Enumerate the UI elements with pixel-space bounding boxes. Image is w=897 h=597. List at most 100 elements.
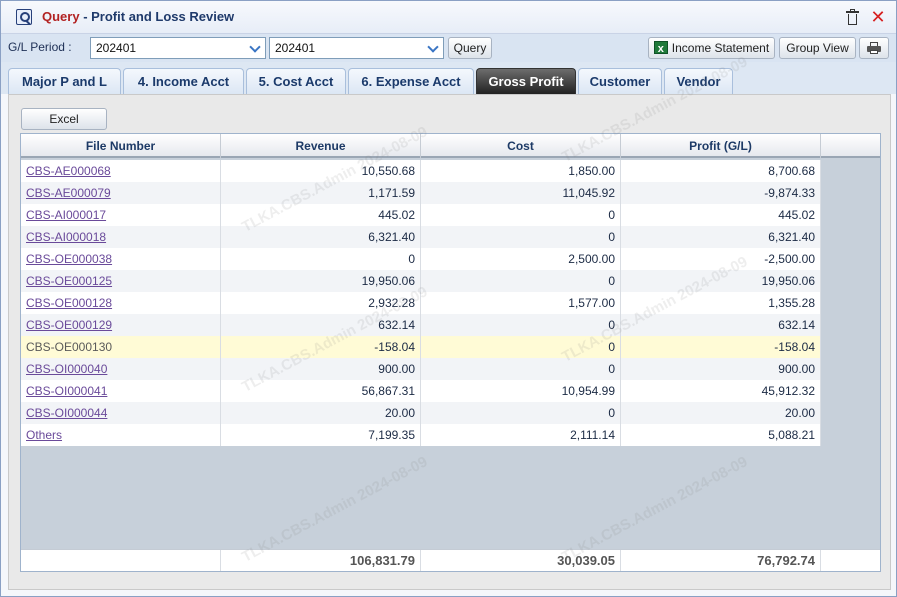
col-revenue[interactable]: Revenue [221, 134, 421, 158]
revenue-cell: 6,321.40 [221, 226, 421, 248]
table-row[interactable]: CBS-AI000017 445.02 0 445.02 [21, 204, 821, 226]
file-number-link[interactable]: CBS-AI000017 [26, 208, 106, 222]
file-number-link[interactable]: CBS-OE000129 [26, 318, 112, 332]
window-title: Query - Profit and Loss Review [42, 9, 234, 24]
chevron-down-icon[interactable] [426, 41, 440, 55]
tab-bar: Major P and L 4. Income Acct 5. Cost Acc… [1, 62, 896, 95]
file-number-cell: CBS-OI000041 [21, 380, 221, 402]
file-number-cell: CBS-AE000068 [21, 160, 221, 182]
title-bar: Query - Profit and Loss Review ✕ [1, 1, 896, 34]
col-profit[interactable]: Profit (G/L) [621, 134, 821, 158]
cost-cell: 2,111.14 [421, 424, 621, 446]
trash-icon[interactable] [846, 9, 859, 25]
revenue-cell: 632.14 [221, 314, 421, 336]
file-number-link[interactable]: CBS-OE000128 [26, 296, 112, 310]
revenue-cell: 900.00 [221, 358, 421, 380]
file-number-cell: CBS-OI000040 [21, 358, 221, 380]
query-window: Query - Profit and Loss Review ✕ G/L Per… [0, 0, 897, 597]
file-number-link[interactable]: CBS-AE000079 [26, 186, 111, 200]
cost-cell: 0 [421, 314, 621, 336]
tab-gross-profit[interactable]: Gross Profit [476, 68, 576, 95]
tab-cost-acct[interactable]: 5. Cost Acct [246, 68, 346, 95]
cost-cell: 10,954.99 [421, 380, 621, 402]
cost-cell: 2,500.00 [421, 248, 621, 270]
profit-cell: -9,874.33 [621, 182, 821, 204]
cost-cell: 0 [421, 402, 621, 424]
file-number-cell: CBS-AI000018 [21, 226, 221, 248]
group-view-button[interactable]: Group View [779, 37, 856, 59]
profit-cell: 45,912.32 [621, 380, 821, 402]
period-to-value: 202401 [275, 41, 316, 55]
cost-cell: 0 [421, 358, 621, 380]
printer-icon [867, 42, 881, 54]
file-number-cell: CBS-AI000017 [21, 204, 221, 226]
revenue-cell: 19,950.06 [221, 270, 421, 292]
table-row[interactable]: CBS-AE000079 1,171.59 11,045.92 -9,874.33 [21, 182, 821, 204]
magnifier-query-icon [16, 9, 32, 25]
tab-customer[interactable]: Customer [578, 68, 662, 95]
cost-cell: 0 [421, 226, 621, 248]
income-statement-button[interactable]: Income Statement [648, 37, 775, 59]
revenue-cell: -158.04 [221, 336, 421, 358]
table-row[interactable]: CBS-OE000128 2,932.28 1,577.00 1,355.28 [21, 292, 821, 314]
tab-income-acct[interactable]: 4. Income Acct [123, 68, 244, 95]
profit-cell: 8,700.68 [621, 160, 821, 182]
spreadsheet-icon [653, 39, 668, 59]
chevron-down-icon[interactable] [248, 41, 262, 55]
revenue-cell: 10,550.68 [221, 160, 421, 182]
table-row[interactable]: CBS-AI000018 6,321.40 0 6,321.40 [21, 226, 821, 248]
tab-vendor[interactable]: Vendor [664, 68, 733, 95]
table-row[interactable]: Others 7,199.35 2,111.14 5,088.21 [21, 424, 821, 446]
total-cost: 30,039.05 [421, 550, 621, 571]
query-button[interactable]: Query [448, 37, 492, 59]
file-number-cell: CBS-OE000128 [21, 292, 221, 314]
total-profit: 76,792.74 [621, 550, 821, 571]
revenue-cell: 20.00 [221, 402, 421, 424]
cost-cell: 0 [421, 204, 621, 226]
profit-cell: 632.14 [621, 314, 821, 336]
file-number-link[interactable]: CBS-OE000038 [26, 252, 112, 266]
revenue-cell: 0 [221, 248, 421, 270]
tab-major-p-and-l[interactable]: Major P and L [8, 68, 121, 95]
gross-profit-panel: Excel File Number Revenue Cost Profit (G… [8, 94, 891, 590]
period-from-select[interactable]: 202401 [90, 37, 266, 59]
gross-profit-table: File Number Revenue Cost Profit (G/L) CB… [20, 133, 881, 572]
file-number-cell: CBS-OE000130 [21, 336, 221, 358]
title-dash: - [79, 9, 92, 24]
table-row[interactable]: CBS-AE000068 10,550.68 1,850.00 8,700.68 [21, 160, 821, 182]
file-number-link[interactable]: Others [26, 428, 62, 442]
table-row[interactable]: CBS-OI000041 56,867.31 10,954.99 45,912.32 [21, 380, 821, 402]
profit-cell: 19,950.06 [621, 270, 821, 292]
file-number-link[interactable]: CBS-OI000044 [26, 406, 107, 420]
close-icon[interactable]: ✕ [870, 8, 886, 26]
excel-button[interactable]: Excel [21, 108, 107, 130]
tab-expense-acct[interactable]: 6. Expense Acct [348, 68, 474, 95]
file-number-link[interactable]: CBS-OI000041 [26, 384, 107, 398]
table-row[interactable]: CBS-OE000038 0 2,500.00 -2,500.00 [21, 248, 821, 270]
title-prefix: Query [42, 9, 80, 24]
table-row[interactable]: CBS-OE000130 -158.04 0 -158.04 [21, 336, 821, 358]
gl-period-label: G/L Period : [8, 40, 72, 54]
profit-cell: 6,321.40 [621, 226, 821, 248]
total-revenue: 106,831.79 [221, 550, 421, 571]
file-number-link[interactable]: CBS-AI000018 [26, 230, 106, 244]
file-number-link[interactable]: CBS-OE000125 [26, 274, 112, 288]
print-button[interactable] [859, 37, 889, 59]
file-number-cell: CBS-OE000125 [21, 270, 221, 292]
profit-cell: 900.00 [621, 358, 821, 380]
file-number-link[interactable]: CBS-OI000040 [26, 362, 107, 376]
file-number-link[interactable]: CBS-OE000130 [26, 340, 112, 354]
table-row[interactable]: CBS-OE000125 19,950.06 0 19,950.06 [21, 270, 821, 292]
table-row[interactable]: CBS-OI000044 20.00 0 20.00 [21, 402, 821, 424]
table-row[interactable]: CBS-OI000040 900.00 0 900.00 [21, 358, 821, 380]
total-label-cell [21, 550, 221, 571]
file-number-link[interactable]: CBS-AE000068 [26, 164, 111, 178]
table-row[interactable]: CBS-OE000129 632.14 0 632.14 [21, 314, 821, 336]
period-to-select[interactable]: 202401 [269, 37, 444, 59]
revenue-cell: 56,867.31 [221, 380, 421, 402]
profit-cell: 445.02 [621, 204, 821, 226]
col-file-number[interactable]: File Number [21, 134, 221, 158]
file-number-cell: Others [21, 424, 221, 446]
col-cost[interactable]: Cost [421, 134, 621, 158]
profit-cell: -2,500.00 [621, 248, 821, 270]
